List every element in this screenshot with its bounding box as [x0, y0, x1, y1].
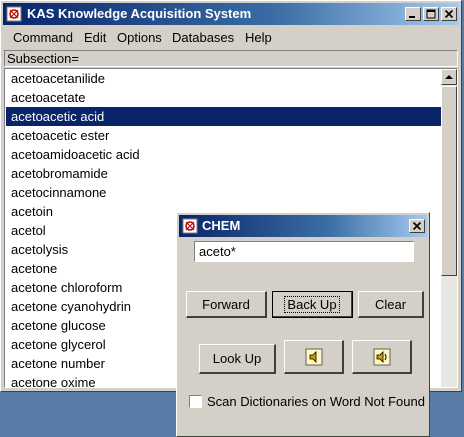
title-bar[interactable]: KAS Knowledge Acquisition System [3, 3, 459, 25]
menu-bar: Command Edit Options Databases Help [3, 28, 459, 48]
look-up-button[interactable]: Look Up [199, 344, 276, 374]
app-icon [182, 218, 198, 234]
arrow-up-icon [445, 75, 453, 79]
list-item[interactable]: acetoacetic ester [6, 126, 441, 145]
forward-button-label: Forward [202, 297, 250, 312]
list-item[interactable]: acetoacetanilide [6, 69, 441, 88]
menu-options[interactable]: Options [117, 30, 162, 45]
search-input[interactable]: aceto* [194, 241, 414, 262]
dialog-close-button[interactable] [409, 219, 425, 233]
dialog-title-bar[interactable]: CHEM [179, 215, 427, 237]
back-up-button[interactable]: Back Up [272, 291, 353, 318]
menu-help[interactable]: Help [245, 30, 272, 45]
minimize-icon [409, 16, 415, 18]
clear-button-label: Clear [374, 297, 407, 312]
list-item-selected[interactable]: acetoacetic acid [6, 107, 441, 126]
menu-command[interactable]: Command [13, 30, 73, 45]
close-button[interactable] [441, 7, 457, 21]
dialog-title: CHEM [202, 218, 241, 233]
clear-button[interactable]: Clear [358, 291, 424, 318]
minimize-button[interactable] [405, 7, 421, 21]
maximize-button[interactable] [423, 7, 439, 21]
list-item[interactable]: acetocinnamone [6, 183, 441, 202]
menu-edit[interactable]: Edit [84, 30, 106, 45]
speak-button[interactable] [284, 340, 344, 374]
menu-databases[interactable]: Databases [172, 30, 234, 45]
close-icon [444, 9, 454, 19]
close-icon [412, 221, 422, 231]
vertical-scrollbar[interactable] [441, 69, 457, 387]
scroll-thumb[interactable] [441, 86, 457, 276]
scan-dictionaries-checkbox[interactable] [189, 395, 202, 408]
app-icon [6, 6, 22, 22]
speaker-alt-icon [373, 348, 390, 365]
list-item[interactable]: acetobromamide [6, 164, 441, 183]
scroll-up-button[interactable] [441, 69, 457, 85]
scan-dictionaries-label: Scan Dictionaries on Word Not Found [207, 394, 425, 409]
forward-button[interactable]: Forward [186, 291, 267, 318]
maximize-icon [426, 9, 436, 19]
speak-alt-button[interactable] [352, 340, 412, 374]
list-item[interactable]: acetoacetate [6, 88, 441, 107]
chem-dialog: CHEM aceto* Forward Back Up Clear Look U… [176, 212, 430, 437]
list-item[interactable]: acetoamidoacetic acid [6, 145, 441, 164]
window-title: KAS Knowledge Acquisition System [27, 6, 252, 21]
back-up-button-label: Back Up [284, 296, 340, 313]
speaker-icon [305, 348, 322, 365]
subsection-label: Subsection= [4, 50, 458, 67]
look-up-button-label: Look Up [212, 351, 262, 366]
